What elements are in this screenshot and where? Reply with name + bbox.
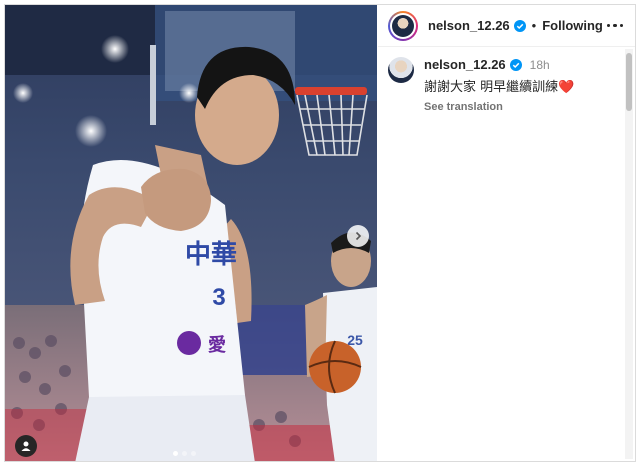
carousel-dot [173,451,178,456]
carousel-indicator [173,451,196,456]
basketball-photo: 25 中華 3 愛 [5,5,377,461]
caption-comment: nelson_12.26 18h 謝謝大家 明早繼續訓練❤️ See trans… [378,47,635,113]
jersey-sponsor-text: 愛 [208,334,226,356]
header-username[interactable]: nelson_12.26 [428,18,510,33]
following-button[interactable]: Following [542,18,603,33]
carousel-dot [191,451,196,456]
caption-text: 謝謝大家 明早繼續訓練❤️ [424,76,574,95]
scrollbar-thumb[interactable] [626,53,632,111]
caption-avatar[interactable] [388,57,414,83]
post-header: nelson_12.26 • Following [378,5,635,47]
verified-badge-icon [509,58,522,71]
heart-emoji: ❤️ [558,80,575,95]
chevron-right-icon [355,231,362,241]
see-translation-link[interactable]: See translation [424,101,574,113]
verified-badge-icon [513,19,526,32]
post-timestamp[interactable]: 18h [530,58,550,72]
instagram-post: 25 中華 3 愛 nelson_12.26 • Following nelso… [4,4,636,462]
carousel-dot [182,451,187,456]
more-options-button[interactable] [603,20,628,32]
more-horizontal-icon [606,23,611,28]
post-sidebar: nelson_12.26 • Following nelson_12.26 18… [378,5,635,461]
carousel-next-button[interactable] [347,225,369,247]
tagged-users-button[interactable] [15,435,37,457]
user-icon [21,441,31,451]
jersey-team-text: 中華 [185,240,237,270]
avatar-image [392,14,414,37]
profile-avatar[interactable] [388,10,418,41]
caption-username[interactable]: nelson_12.26 [424,57,506,72]
jersey-number: 3 [212,284,225,311]
post-photo[interactable]: 25 中華 3 愛 [5,5,377,461]
caption-text-content: 謝謝大家 明早繼續訓練 [424,80,559,95]
header-separator: • [531,18,537,33]
